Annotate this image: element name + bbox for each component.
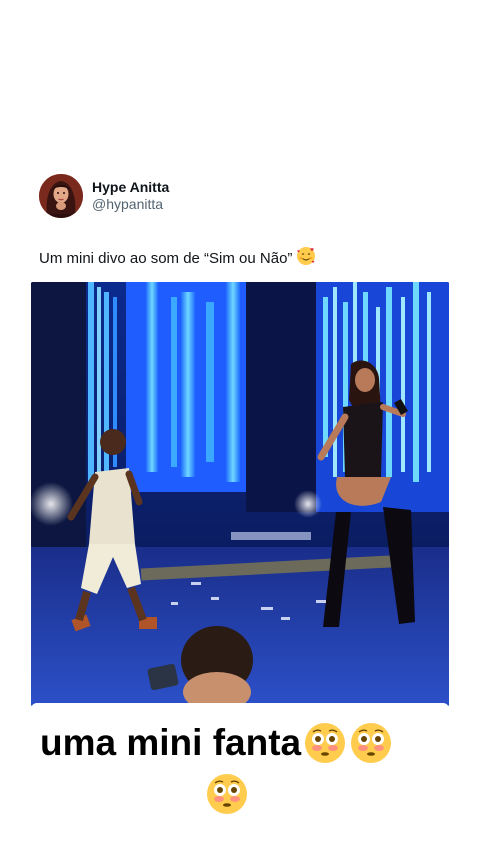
avatar[interactable] — [39, 174, 83, 218]
caption-strip — [31, 703, 449, 711]
tweet-media-video[interactable] — [31, 282, 449, 706]
tweet-text-body: Um mini divo ao som de “Sim ou Não” — [39, 250, 293, 267]
caption-text: uma mini fanta — [40, 722, 302, 763]
handle[interactable]: @hypanitta — [92, 196, 169, 213]
caption-line-2 — [203, 772, 249, 816]
stage-scene-image — [31, 282, 449, 706]
tweet-text: Um mini divo ao som de “Sim ou Não” — [39, 246, 316, 271]
flushed-face-icon — [303, 721, 347, 765]
tweet-author[interactable]: Hype Anitta @hypanitta — [92, 179, 169, 213]
display-name[interactable]: Hype Anitta — [92, 179, 169, 196]
avatar-image — [39, 174, 83, 218]
flushed-face-icon — [349, 721, 393, 765]
tweet-header: Hype Anitta @hypanitta — [39, 174, 169, 218]
smiling-face-with-hearts-icon — [296, 246, 316, 271]
flushed-face-icon — [205, 772, 249, 816]
caption-line: uma mini fanta — [40, 714, 393, 772]
